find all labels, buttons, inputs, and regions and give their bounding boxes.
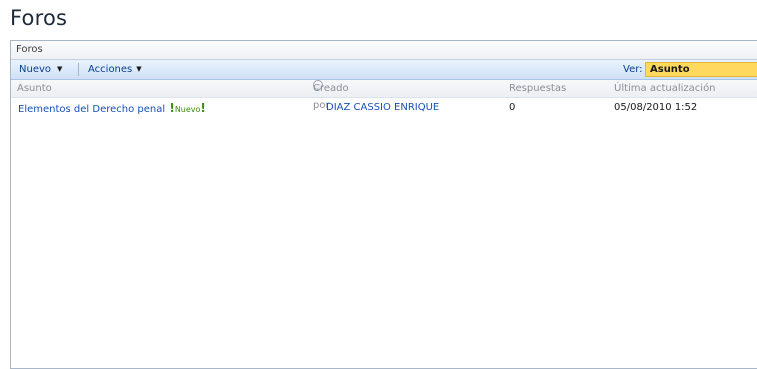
chevron-down-icon: ▼ (136, 65, 142, 73)
toolbar-divider (78, 63, 79, 76)
chevron-down-icon: ▼ (57, 65, 63, 73)
new-marker-icon: ! (200, 101, 206, 115)
replies-cell: 0 (509, 102, 516, 113)
page-title: Foros (10, 6, 68, 30)
last-update-cell: 05/08/2010 1:52 (614, 102, 698, 113)
column-header-replies[interactable]: Respuestas (509, 80, 566, 97)
table-row: Elementos del Derecho penal !Nuevo! DIAZ… (11, 98, 757, 118)
new-menu-button[interactable]: Nuevo ▼ (19, 60, 62, 79)
actions-menu-label: Acciones (88, 64, 133, 75)
column-header-last-update[interactable]: Última actualización (614, 80, 716, 97)
forum-list-panel: Foros Nuevo▼ Acciones▼ Ver: Asunto ▼ Asu… (10, 40, 757, 369)
toolbar: Nuevo▼ Acciones▼ Ver: Asunto ▼ (11, 60, 757, 80)
subject-cell: Elementos del Derecho penal !Nuevo! (18, 98, 206, 120)
new-menu-label: Nuevo (19, 64, 52, 75)
view-select-value: Asunto (650, 64, 690, 75)
author-link[interactable]: DIAZ CASSIO ENRIQUE (326, 98, 439, 118)
actions-menu-button[interactable]: Acciones ▼ (88, 60, 142, 79)
subject-link[interactable]: Elementos del Derecho penal (18, 104, 165, 115)
panel-header: Foros (11, 41, 757, 60)
view-label: Ver: (623, 64, 643, 75)
column-header-row: Asunto Creado por Respuestas Última actu… (11, 80, 757, 111)
new-badge: Nuevo (174, 105, 201, 114)
view-select[interactable]: Asunto ▼ (645, 62, 757, 77)
column-header-subject[interactable]: Asunto (17, 80, 52, 97)
